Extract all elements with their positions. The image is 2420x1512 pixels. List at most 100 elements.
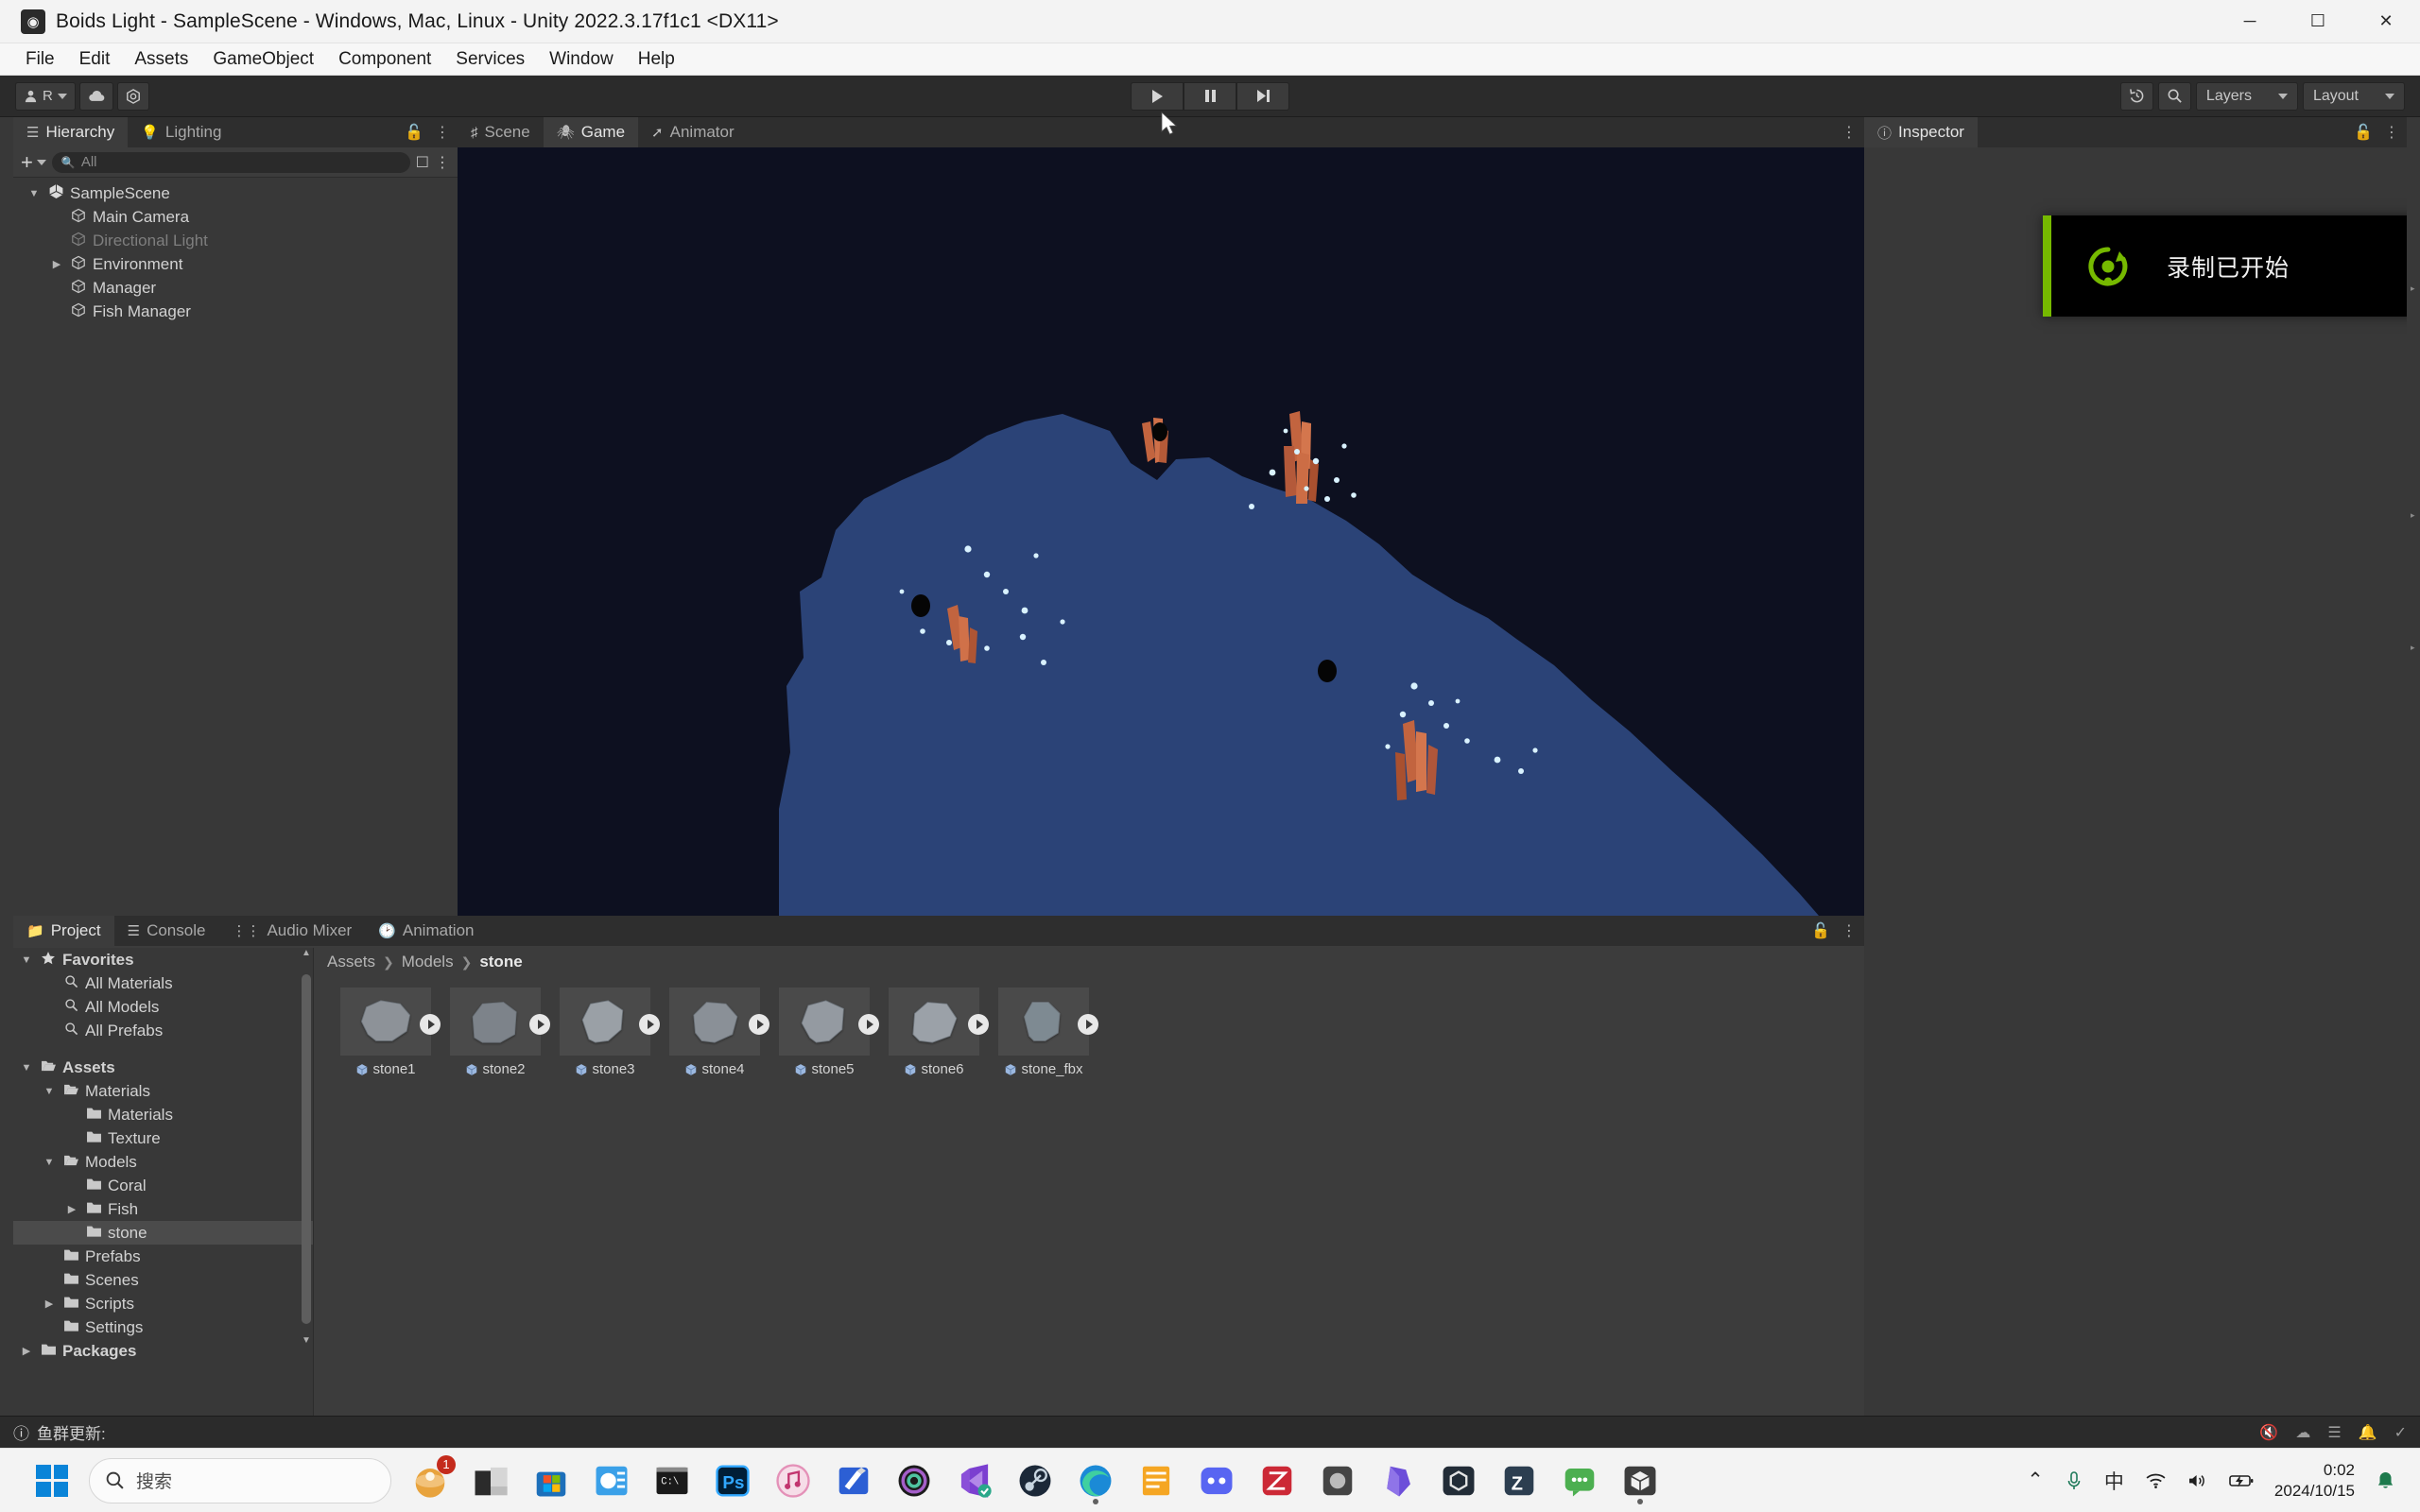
hierarchy-item-manager[interactable]: Manager (13, 276, 458, 300)
asset-item[interactable]: stone3 (560, 988, 660, 1077)
project-tree-item-stone[interactable]: stone (13, 1221, 313, 1245)
project-tree-item-scenes[interactable]: Scenes (13, 1268, 313, 1292)
panel-menu-icon[interactable]: ⋮ (435, 153, 450, 172)
panel-menu-icon[interactable]: ⋮ (1841, 921, 1857, 940)
asset-preview-play-button[interactable] (749, 1014, 769, 1035)
project-tree-item-prefabs[interactable]: Prefabs (13, 1245, 313, 1268)
wifi-icon[interactable] (2145, 1471, 2167, 1489)
notes-app-icon[interactable] (1131, 1455, 1182, 1506)
chevron-down-icon[interactable]: ▼ (19, 1062, 34, 1074)
tab-lighting[interactable]: 💡 Lighting (128, 117, 234, 147)
lock-icon[interactable]: 🔓 (2354, 123, 2373, 142)
zotero-icon[interactable] (1252, 1455, 1303, 1506)
breadcrumb-assets[interactable]: Assets (327, 953, 375, 971)
visual-studio-icon[interactable] (949, 1455, 1000, 1506)
asset-preview-play-button[interactable] (1078, 1014, 1098, 1035)
terminal-icon[interactable]: C:\ (647, 1455, 698, 1506)
chevron-down-icon[interactable]: ▼ (42, 1157, 57, 1168)
edge-handle-icon[interactable]: ▸ (2411, 643, 2418, 656)
microsoft-store-icon[interactable] (526, 1455, 577, 1506)
ubisoft-connect-icon[interactable] (889, 1455, 940, 1506)
app-icon-15[interactable] (1312, 1455, 1363, 1506)
tab-console[interactable]: ☰ Console (114, 916, 219, 946)
itunes-icon[interactable] (768, 1455, 819, 1506)
onenote-icon[interactable] (828, 1455, 879, 1506)
create-object-button[interactable]: + (21, 151, 46, 173)
asset-item[interactable]: stone1 (340, 988, 441, 1077)
project-tree-item-coral[interactable]: Coral (13, 1174, 313, 1197)
project-tree-item-all-prefabs[interactable]: All Prefabs (13, 1019, 313, 1042)
minimize-button[interactable]: ─ (2216, 0, 2284, 43)
project-tree-item-materials[interactable]: Materials (13, 1103, 313, 1126)
asset-thumbnail[interactable] (340, 988, 441, 1056)
pause-button[interactable] (1184, 81, 1236, 111)
menu-edit[interactable]: Edit (67, 45, 123, 74)
tab-project[interactable]: 📁 Project (13, 916, 114, 946)
hierarchy-item-environment[interactable]: ▶ Environment (13, 252, 458, 276)
progress-status-icon[interactable]: ✓ (2394, 1423, 2407, 1442)
layout-dropdown[interactable]: Layout (2302, 81, 2405, 111)
scroll-up-icon[interactable]: ▲ (302, 948, 311, 958)
chevron-right-icon[interactable]: ▶ (19, 1345, 34, 1357)
hierarchy-search-input[interactable]: 🔍 All (51, 151, 410, 173)
project-tree-item-all-models[interactable]: All Models (13, 995, 313, 1019)
volume-icon[interactable] (2187, 1472, 2208, 1489)
hierarchy-item-directional-light[interactable]: Directional Light (13, 229, 458, 252)
project-tree-item-models[interactable]: ▼ Models (13, 1150, 313, 1174)
hierarchy-item-samplescene[interactable]: ▼ SampleScene (13, 181, 458, 205)
project-tree-item-all-materials[interactable]: All Materials (13, 971, 313, 995)
obsidian-icon[interactable] (1373, 1455, 1424, 1506)
z-app-icon[interactable]: Z (1494, 1455, 1545, 1506)
lock-icon[interactable]: 🔓 (405, 123, 424, 142)
settings-app-icon[interactable] (586, 1455, 637, 1506)
steam-icon[interactable] (1010, 1455, 1061, 1506)
microphone-icon[interactable] (2065, 1470, 2083, 1491)
lock-icon[interactable]: 🔓 (1811, 921, 1830, 940)
chevron-right-icon[interactable]: ▶ (42, 1297, 57, 1310)
menu-help[interactable]: Help (626, 45, 687, 74)
asset-thumbnail[interactable] (450, 988, 550, 1056)
edge-handle-icon[interactable]: ▸ (2411, 510, 2418, 524)
asset-thumbnail[interactable] (669, 988, 769, 1056)
file-explorer-icon[interactable] (465, 1455, 516, 1506)
menu-services[interactable]: Services (443, 45, 537, 74)
asset-preview-play-button[interactable] (968, 1014, 989, 1035)
chevron-down-icon[interactable]: ▼ (42, 1086, 57, 1097)
cloud-button[interactable] (78, 81, 113, 111)
project-tree-item-scripts[interactable]: ▶ Scripts (13, 1292, 313, 1315)
asset-item[interactable]: stone2 (450, 988, 550, 1077)
menu-component[interactable]: Component (326, 45, 443, 74)
project-tree-item-favorites[interactable]: ▼ Favorites (13, 948, 313, 971)
asset-thumbnail[interactable] (560, 988, 660, 1056)
toolbar-search-button[interactable] (2157, 81, 2191, 111)
edge-browser-icon[interactable] (1070, 1455, 1121, 1506)
notification-status-icon[interactable]: 🔔 (2359, 1423, 2377, 1442)
hierarchy-item-fish-manager[interactable]: Fish Manager (13, 300, 458, 323)
asset-thumbnail[interactable] (998, 988, 1098, 1056)
asset-preview-play-button[interactable] (858, 1014, 879, 1035)
menu-file[interactable]: File (13, 45, 67, 74)
panel-menu-icon[interactable]: ⋮ (1841, 123, 1857, 142)
taskbar-search-box[interactable]: 搜索 (89, 1457, 391, 1503)
ime-indicator[interactable]: 中 (2104, 1467, 2124, 1495)
chevron-right-icon[interactable]: ▶ (49, 258, 64, 270)
photoshop-icon[interactable]: Ps (707, 1455, 758, 1506)
discord-icon[interactable] (1191, 1455, 1242, 1506)
asset-thumbnail[interactable] (779, 988, 879, 1056)
asset-item[interactable]: stone4 (669, 988, 769, 1077)
tab-inspector[interactable]: ⓘ Inspector (1864, 117, 1978, 147)
bell-icon[interactable] (2376, 1470, 2395, 1491)
breadcrumb-stone[interactable]: stone (479, 953, 522, 971)
scroll-down-icon[interactable]: ▼ (302, 1335, 311, 1346)
project-tree-item-texture[interactable]: Texture (13, 1126, 313, 1150)
tab-animator[interactable]: ➚ Animator (638, 117, 748, 147)
project-tree-scrollbar[interactable]: ▲ ▼ (302, 948, 311, 1369)
project-tree-item-materials[interactable]: ▼ Materials (13, 1079, 313, 1103)
tab-hierarchy[interactable]: ☰ Hierarchy (13, 117, 129, 147)
menu-gameobject[interactable]: GameObject (200, 45, 326, 74)
asset-item[interactable]: stone6 (889, 988, 989, 1077)
asset-preview-play-button[interactable] (420, 1014, 441, 1035)
step-button[interactable] (1236, 81, 1289, 111)
chevron-right-icon[interactable]: ▶ (64, 1203, 79, 1215)
menu-assets[interactable]: Assets (122, 45, 200, 74)
